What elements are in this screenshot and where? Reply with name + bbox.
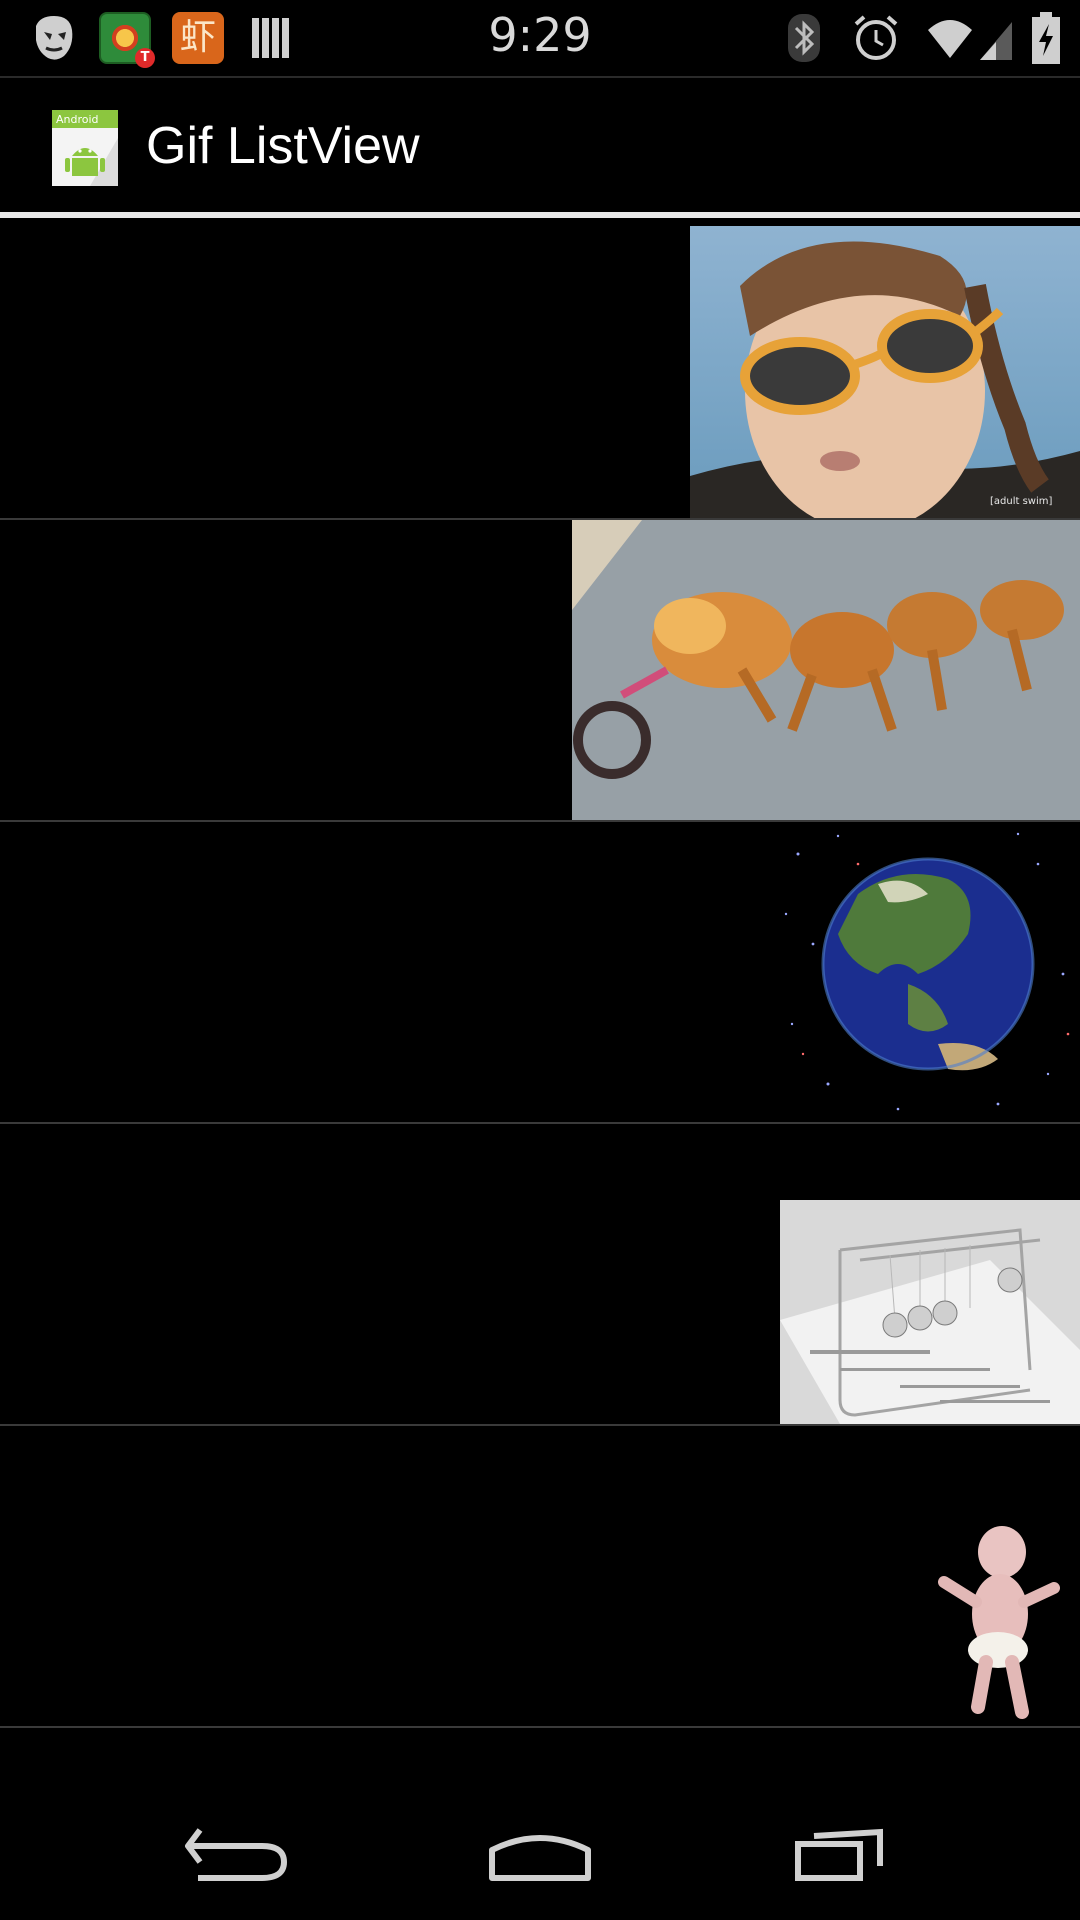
gif-watermark: [adult swim] — [990, 496, 1053, 507]
list-item[interactable]: [adult swim] — [0, 218, 1080, 520]
rotating-earth-gif — [778, 824, 1080, 1122]
list-item[interactable] — [0, 822, 1080, 1124]
battery-charging-icon — [1030, 10, 1062, 66]
wifi-icon — [926, 12, 1014, 64]
boy-sunglasses-gif: [adult swim] — [690, 226, 1080, 518]
home-icon[interactable] — [480, 1810, 600, 1890]
list-item[interactable] — [0, 520, 1080, 822]
bluetooth-icon — [786, 12, 822, 64]
action-bar: Android Gif ListView — [0, 78, 1080, 212]
newtons-cradle-gif — [780, 1200, 1080, 1424]
recents-icon[interactable] — [782, 1810, 902, 1890]
navigation-bar — [0, 1780, 1080, 1920]
app-title: Gif ListView — [146, 117, 420, 175]
list-item[interactable] — [0, 1124, 1080, 1426]
back-icon[interactable] — [180, 1810, 300, 1890]
status-bar: T 虾 9:29 — [0, 0, 1080, 78]
app-icon-label: Android — [56, 113, 99, 126]
status-time: 9:29 — [488, 8, 592, 62]
android-app-icon[interactable]: Android — [50, 108, 120, 188]
dancing-baby-gif — [938, 1522, 1060, 1722]
alarm-icon — [852, 12, 900, 64]
list-item[interactable] — [0, 1426, 1080, 1728]
running-dogs-gif — [572, 520, 1080, 820]
